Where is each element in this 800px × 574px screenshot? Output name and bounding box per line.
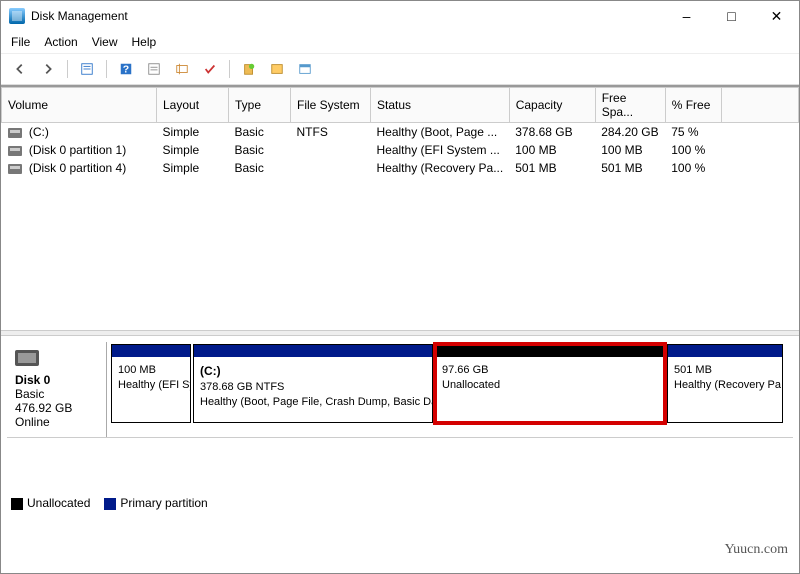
window-title: Disk Management — [31, 9, 664, 23]
menu-view[interactable]: View — [92, 35, 118, 49]
col-layout[interactable]: Layout — [157, 88, 229, 123]
properties-icon[interactable] — [76, 58, 98, 80]
col-type[interactable]: Type — [229, 88, 291, 123]
partition-primary[interactable]: 501 MBHealthy (Recovery Pa — [667, 344, 783, 423]
col-pctfree[interactable]: % Free — [665, 88, 721, 123]
help-icon[interactable]: ? — [115, 58, 137, 80]
menu-file[interactable]: File — [11, 35, 30, 49]
volume-icon — [8, 164, 22, 174]
partition-primary[interactable]: (C:)378.68 GB NTFSHealthy (Boot, Page Fi… — [193, 344, 433, 423]
svg-text:?: ? — [123, 64, 129, 76]
col-fs[interactable]: File System — [291, 88, 371, 123]
col-capacity[interactable]: Capacity — [509, 88, 595, 123]
volume-icon — [8, 146, 22, 156]
disk-size: 476.92 GB — [15, 401, 98, 415]
table-row[interactable]: (Disk 0 partition 1)SimpleBasicHealthy (… — [2, 141, 799, 159]
disk-icon — [15, 350, 39, 366]
disk-graph-pane: Disk 0 Basic 476.92 GB Online 100 MBHeal… — [1, 336, 799, 560]
disk-state: Online — [15, 415, 98, 429]
titlebar: Disk Management – □ ✕ — [1, 1, 799, 31]
legend-primary-swatch — [104, 498, 116, 510]
disk-type: Basic — [15, 387, 98, 401]
legend: Unallocated Primary partition — [11, 496, 208, 510]
settings-icon[interactable] — [171, 58, 193, 80]
col-volume[interactable]: Volume — [2, 88, 157, 123]
volume-table[interactable]: Volume Layout Type File System Status Ca… — [1, 87, 799, 177]
partition-primary[interactable]: 100 MBHealthy (EFI Sy — [111, 344, 191, 423]
new-icon[interactable] — [238, 58, 260, 80]
list-icon[interactable] — [143, 58, 165, 80]
legend-primary-label: Primary partition — [120, 496, 207, 510]
disk-row: Disk 0 Basic 476.92 GB Online 100 MBHeal… — [7, 342, 793, 438]
disk-header[interactable]: Disk 0 Basic 476.92 GB Online — [7, 342, 107, 437]
maximize-button[interactable]: □ — [709, 1, 754, 31]
legend-unalloc-swatch — [11, 498, 23, 510]
partition-unallocated[interactable]: 97.66 GBUnallocated — [435, 344, 665, 423]
forward-button[interactable] — [37, 58, 59, 80]
col-free[interactable]: Free Spa... — [595, 88, 665, 123]
menu-action[interactable]: Action — [44, 35, 77, 49]
col-spacer — [721, 88, 798, 123]
toolbar: ? — [1, 54, 799, 85]
legend-unalloc-label: Unallocated — [27, 496, 90, 510]
disk-label: Disk 0 — [15, 373, 50, 387]
menubar: File Action View Help — [1, 31, 799, 54]
volume-list-pane: Volume Layout Type File System Status Ca… — [1, 85, 799, 330]
table-row[interactable]: (C:)SimpleBasicNTFSHealthy (Boot, Page .… — [2, 123, 799, 142]
close-button[interactable]: ✕ — [754, 1, 799, 31]
volume-icon — [8, 128, 22, 138]
app-icon — [9, 8, 25, 24]
menu-help[interactable]: Help — [132, 35, 157, 49]
check-icon[interactable] — [199, 58, 221, 80]
table-row[interactable]: (Disk 0 partition 4)SimpleBasicHealthy (… — [2, 159, 799, 177]
disk-partitions: 100 MBHealthy (EFI Sy(C:)378.68 GB NTFSH… — [107, 342, 793, 437]
minimize-button[interactable]: – — [664, 1, 709, 31]
col-status[interactable]: Status — [371, 88, 510, 123]
watermark: Yuucn.com — [725, 542, 788, 558]
back-button[interactable] — [9, 58, 31, 80]
partition-icon[interactable] — [266, 58, 288, 80]
view-icon[interactable] — [294, 58, 316, 80]
